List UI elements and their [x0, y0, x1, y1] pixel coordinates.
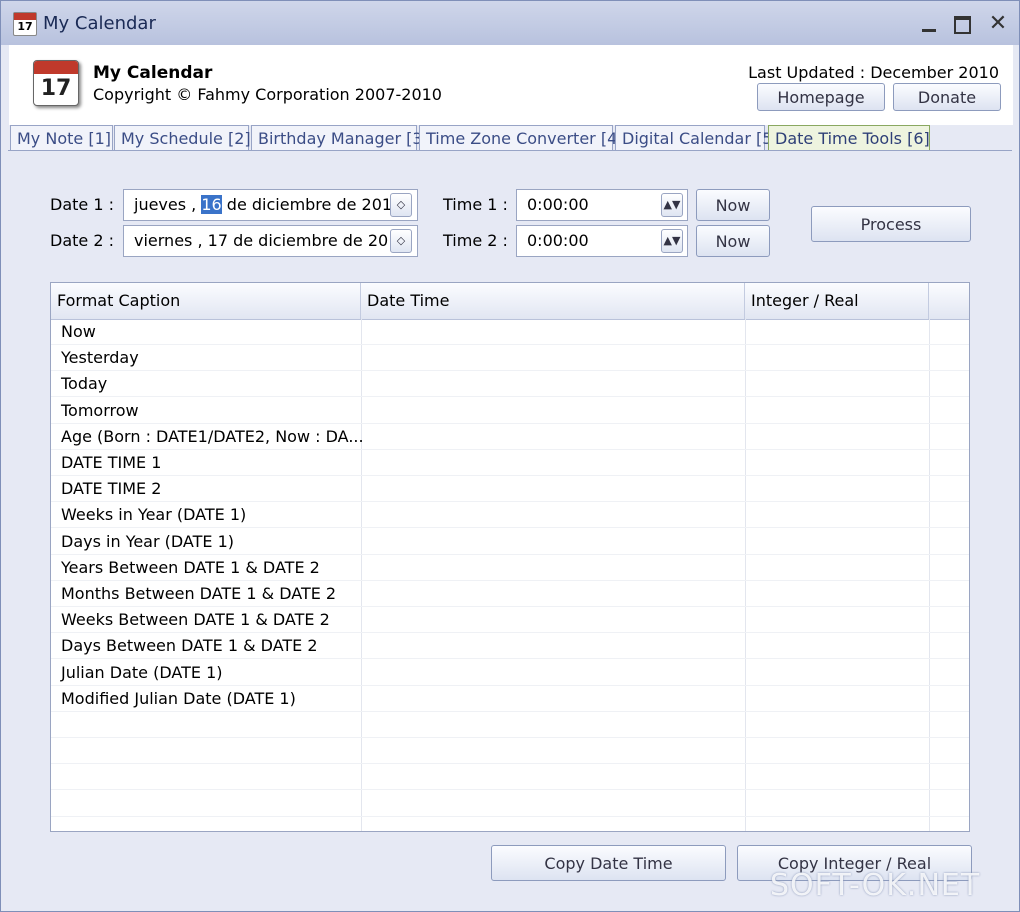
time2-label: Time 2 :	[443, 231, 508, 250]
table-row[interactable]: DATE TIME 1	[51, 450, 969, 476]
table-row[interactable]: Today	[51, 371, 969, 398]
format-caption-cell: Modified Julian Date (DATE 1)	[61, 688, 296, 708]
results-grid[interactable]: Format Caption Date Time Integer / Real …	[50, 282, 970, 832]
table-row[interactable]: Tomorrow	[51, 398, 969, 424]
format-caption-cell: Days in Year (DATE 1)	[61, 531, 235, 551]
maximize-icon[interactable]	[949, 11, 975, 37]
app-name: My Calendar	[93, 63, 213, 83]
tab-digital-calendar[interactable]: Digital Calendar [5]	[615, 125, 779, 150]
format-caption-cell: Years Between DATE 1 & DATE 2	[61, 557, 320, 577]
column-header-format-caption[interactable]: Format Caption	[51, 283, 361, 319]
table-row[interactable]: Modified Julian Date (DATE 1)	[51, 686, 969, 712]
copy-date-time-button[interactable]: Copy Date Time	[491, 845, 726, 881]
minimize-icon[interactable]	[916, 11, 942, 37]
format-caption-cell: Weeks in Year (DATE 1)	[61, 505, 247, 525]
table-row[interactable]: Yesterday	[51, 345, 969, 372]
time2-input[interactable]: 0:00:00 ▲▼	[516, 225, 688, 257]
date1-dropdown-icon[interactable]: ◇	[390, 193, 412, 217]
calendar-app-icon[interactable]: 17	[13, 12, 37, 36]
date2-dropdown-icon[interactable]: ◇	[390, 229, 412, 253]
date2-label: Date 2 :	[50, 231, 114, 250]
table-row[interactable]: Months Between DATE 1 & DATE 2	[51, 581, 969, 607]
table-row[interactable]: Julian Date (DATE 1)	[51, 660, 969, 686]
title-bar[interactable]: 17 My Calendar ✕	[1, 1, 1019, 45]
date1-label: Date 1 :	[50, 195, 114, 214]
window-title: My Calendar	[43, 13, 156, 34]
table-row[interactable]	[51, 764, 969, 791]
format-caption-cell: Today	[61, 374, 108, 394]
format-caption-cell: Age (Born : DATE1/DATE2, Now : DA...	[61, 426, 364, 446]
time1-input[interactable]: 0:00:00 ▲▼	[516, 189, 688, 221]
tab-date-time-tools[interactable]: Date Time Tools [6]	[768, 125, 930, 151]
time1-value: 0:00:00	[527, 195, 589, 214]
format-caption-cell: Tomorrow	[61, 400, 139, 420]
column-header-filler	[929, 283, 969, 319]
table-row[interactable]: Years Between DATE 1 & DATE 2	[51, 555, 969, 581]
format-caption-cell: Weeks Between DATE 1 & DATE 2	[61, 610, 330, 630]
calendar-logo-icon: 17	[33, 60, 79, 106]
tab-birthday-manager[interactable]: Birthday Manager [3]	[251, 125, 429, 150]
date1-selected-day: 16	[201, 195, 222, 214]
table-row[interactable]	[51, 712, 969, 738]
homepage-button[interactable]: Homepage	[757, 83, 885, 111]
table-row[interactable]: DATE TIME 2	[51, 476, 969, 503]
time1-spinner-icon[interactable]: ▲▼	[661, 193, 683, 217]
time1-label: Time 1 :	[443, 195, 508, 214]
close-icon[interactable]: ✕	[985, 11, 1011, 37]
format-caption-cell: Months Between DATE 1 & DATE 2	[61, 584, 337, 603]
time2-value: 0:00:00	[527, 231, 589, 250]
last-updated-text: Last Updated : December 2010	[748, 63, 999, 82]
table-row[interactable]	[51, 791, 969, 817]
column-header-integer-real[interactable]: Integer / Real	[745, 283, 929, 319]
table-row[interactable]: Weeks Between DATE 1 & DATE 2	[51, 607, 969, 634]
tab-time-zone-converter[interactable]: Time Zone Converter [4]	[419, 125, 624, 150]
table-row[interactable]: Now	[51, 319, 969, 345]
table-row[interactable]: Days in Year (DATE 1)	[51, 529, 969, 555]
date1-text-end: de diciembre de 2010	[221, 195, 403, 214]
format-caption-cell: Days Between DATE 1 & DATE 2	[61, 636, 318, 656]
tab-divider	[8, 150, 1012, 151]
tab-my-schedule[interactable]: My Schedule [2]	[114, 125, 251, 150]
date2-text: viernes , 17 de diciembre de 2010	[134, 231, 409, 250]
table-row[interactable]: Weeks in Year (DATE 1)	[51, 502, 969, 529]
time2-now-button[interactable]: Now	[696, 225, 770, 257]
app-header: 17 My Calendar Copyright © Fahmy Corpora…	[9, 45, 1013, 125]
column-header-date-time[interactable]: Date Time	[361, 283, 745, 319]
table-row[interactable]	[51, 738, 969, 765]
format-caption-cell: DATE TIME 2	[61, 479, 162, 499]
format-caption-cell: Yesterday	[61, 348, 139, 368]
tab-my-note[interactable]: My Note [1]	[10, 125, 113, 150]
process-button[interactable]: Process	[811, 206, 971, 242]
copyright-text: Copyright © Fahmy Corporation 2007-2010	[93, 85, 442, 104]
format-caption-cell: DATE TIME 1	[61, 453, 162, 472]
donate-button[interactable]: Donate	[893, 83, 1001, 111]
table-row[interactable]: Age (Born : DATE1/DATE2, Now : DA...	[51, 424, 969, 450]
table-row[interactable]: Days Between DATE 1 & DATE 2	[51, 633, 969, 660]
format-caption-cell: Now	[61, 322, 96, 341]
date1-picker[interactable]: jueves , 16 de diciembre de 2010 ◇	[123, 189, 418, 221]
time1-now-button[interactable]: Now	[696, 189, 770, 221]
tab-strip: My Note [1] My Schedule [2] Birthday Man…	[8, 125, 1012, 151]
watermark-text: SOFT-OK.NET	[770, 868, 981, 903]
time2-spinner-icon[interactable]: ▲▼	[661, 229, 683, 253]
date1-text-start: jueves ,	[134, 195, 202, 214]
format-caption-cell: Julian Date (DATE 1)	[61, 662, 223, 682]
date2-picker[interactable]: viernes , 17 de diciembre de 2010 ◇	[123, 225, 418, 257]
grid-header: Format Caption Date Time Integer / Real	[51, 283, 969, 320]
